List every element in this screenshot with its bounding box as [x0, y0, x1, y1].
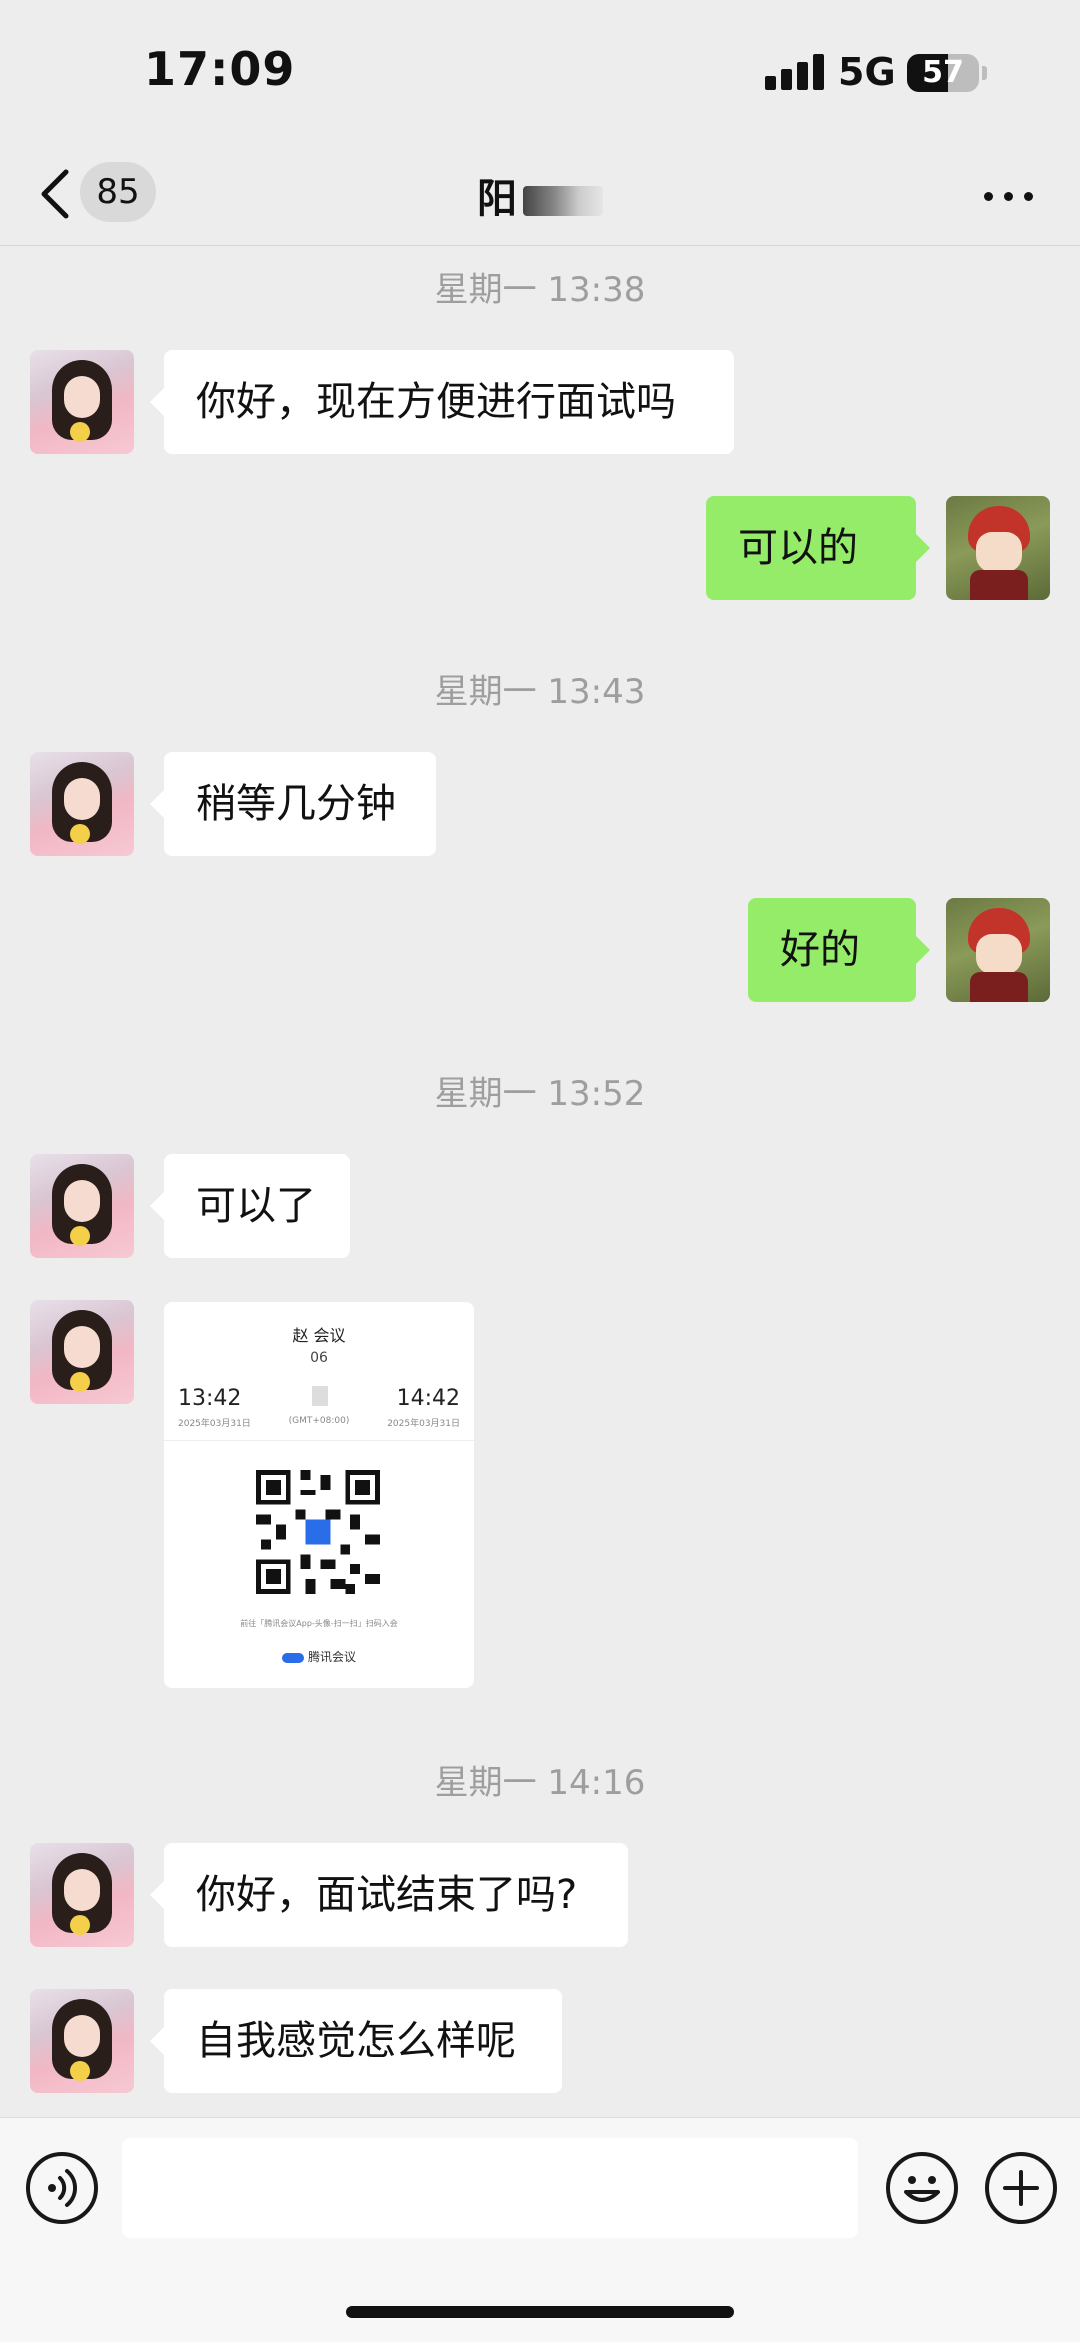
plus-icon[interactable]: [985, 2152, 1057, 2224]
emoji-icon[interactable]: [886, 2152, 958, 2224]
meeting-title: 赵 会议: [292, 1326, 346, 1345]
duration-placeholder: [312, 1386, 328, 1406]
my-avatar[interactable]: [946, 496, 1050, 600]
brand-label: 腾讯会议: [307, 1650, 356, 1664]
redacted-name: [523, 186, 603, 216]
battery-icon: 57: [907, 54, 979, 92]
contact-avatar[interactable]: [30, 752, 134, 856]
chat-title-text: 阳: [477, 176, 517, 222]
more-icon[interactable]: [984, 186, 1036, 206]
message-bubble-outgoing[interactable]: 可以的: [706, 496, 930, 600]
message-bubble-outgoing[interactable]: 好的: [748, 898, 930, 1002]
timestamp: 星期一 13:43: [434, 672, 646, 712]
network-type: 5G: [838, 50, 896, 94]
signal-icon: [765, 54, 825, 90]
scan-instruction: 前往「腾讯会议App-头像-扫一扫」扫码入会: [240, 1619, 398, 1628]
meeting-invite-card[interactable]: 赵 会议 06 13:42 14:42 2025年03月31日 (GMT+08:…: [164, 1302, 474, 1688]
home-indicator[interactable]: [346, 2306, 734, 2318]
battery-level: 57: [922, 55, 964, 90]
tencent-meeting-logo-icon: [281, 1652, 304, 1663]
timestamp: 星期一 13:52: [434, 1074, 646, 1114]
meeting-end-time: 14:42: [396, 1386, 460, 1411]
voice-icon[interactable]: [26, 2152, 98, 2224]
timestamp: 星期一 13:38: [434, 270, 646, 310]
status-bar: 17:09 5G 57: [0, 0, 1080, 150]
message-input[interactable]: [122, 2138, 858, 2238]
divider: [164, 1440, 474, 1441]
qr-code-icon[interactable]: [256, 1470, 380, 1594]
contact-avatar[interactable]: [30, 1154, 134, 1258]
timestamp: 星期一 14:16: [434, 1763, 646, 1803]
chat-header: 85 阳: [0, 150, 1080, 246]
message-bubble-incoming[interactable]: 你好，现在方便进行面试吗: [150, 350, 734, 454]
battery-tip: [982, 66, 987, 80]
message-bubble-incoming[interactable]: 可以了: [150, 1154, 350, 1258]
contact-avatar[interactable]: [30, 1300, 134, 1404]
contact-avatar[interactable]: [30, 1843, 134, 1947]
contact-avatar[interactable]: [30, 350, 134, 454]
message-bubble-incoming[interactable]: 稍等几分钟: [150, 752, 436, 856]
message-bubble-incoming[interactable]: 自我感觉怎么样呢: [150, 1989, 562, 2093]
my-avatar[interactable]: [946, 898, 1050, 1002]
message-bubble-incoming[interactable]: 你好，面试结束了吗?: [150, 1843, 628, 1947]
tencent-meeting-brand: 腾讯会议: [164, 1648, 474, 1665]
contact-avatar[interactable]: [30, 1989, 134, 2093]
chat-title: 阳: [0, 166, 1080, 224]
meeting-start-time: 13:42: [178, 1386, 242, 1411]
clock: 17:09: [144, 42, 296, 96]
meeting-id: 06: [310, 1350, 328, 1366]
meeting-end-date: 2025年03月31日: [387, 1419, 460, 1429]
